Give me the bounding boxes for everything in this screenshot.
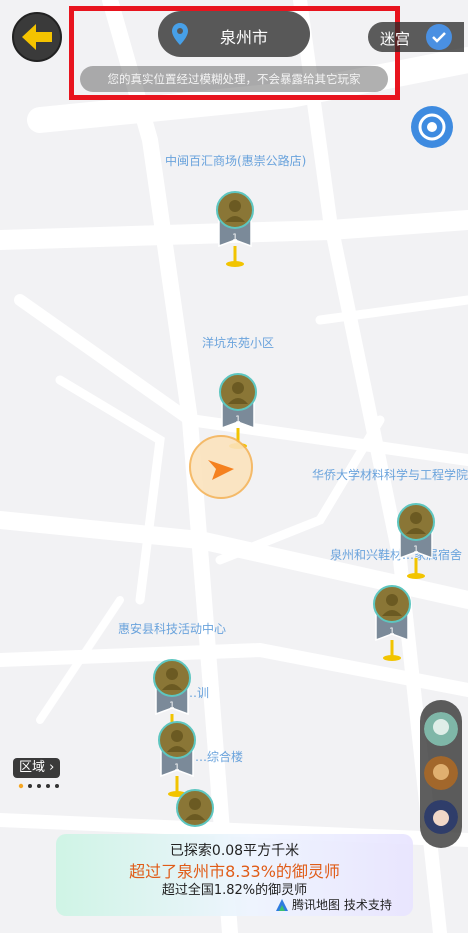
svg-text:1: 1 xyxy=(389,627,395,637)
svg-text:1: 1 xyxy=(174,763,180,773)
player-marker[interactable]: 1 xyxy=(370,582,414,682)
character-avatar[interactable] xyxy=(424,800,458,834)
maze-label: 迷宫 xyxy=(380,30,411,48)
back-button[interactable] xyxy=(12,12,62,62)
player-marker[interactable]: 1 xyxy=(213,188,257,288)
character-panel xyxy=(420,700,462,848)
tencent-map-logo-icon xyxy=(276,899,288,911)
locate-button[interactable] xyxy=(411,106,453,148)
page-indicator xyxy=(18,783,59,789)
svg-text:1: 1 xyxy=(232,233,238,243)
region-label: 区域 xyxy=(19,760,46,775)
credit-text: 腾讯地图 技术支持 xyxy=(292,898,392,912)
explored-area-text: 已探索0.08平方千米 xyxy=(169,843,300,859)
poi-label: 中闽百汇商场(惠崇公路店) xyxy=(165,154,307,168)
poi-label: …综合楼 xyxy=(195,750,244,764)
target-icon xyxy=(418,113,446,141)
check-icon xyxy=(426,24,452,50)
poi-label: 惠安县科技活动中心 xyxy=(118,622,227,636)
region-button[interactable]: 区域 › xyxy=(13,758,61,778)
poi-label: 洋坑东苑小区 xyxy=(202,336,275,350)
poi-label: 华侨大学材料科学与工程学院 xyxy=(312,468,468,482)
self-location-icon xyxy=(189,435,253,499)
svg-text:1: 1 xyxy=(413,545,419,555)
character-avatar[interactable] xyxy=(424,712,458,746)
maze-toggle[interactable]: 迷宫 xyxy=(368,22,464,52)
highlight-box xyxy=(69,6,400,100)
character-avatar[interactable] xyxy=(424,756,458,790)
map-credit: 腾讯地图 技术支持 xyxy=(276,896,392,913)
svg-text:1: 1 xyxy=(169,701,175,711)
back-arrow-icon xyxy=(22,24,52,50)
